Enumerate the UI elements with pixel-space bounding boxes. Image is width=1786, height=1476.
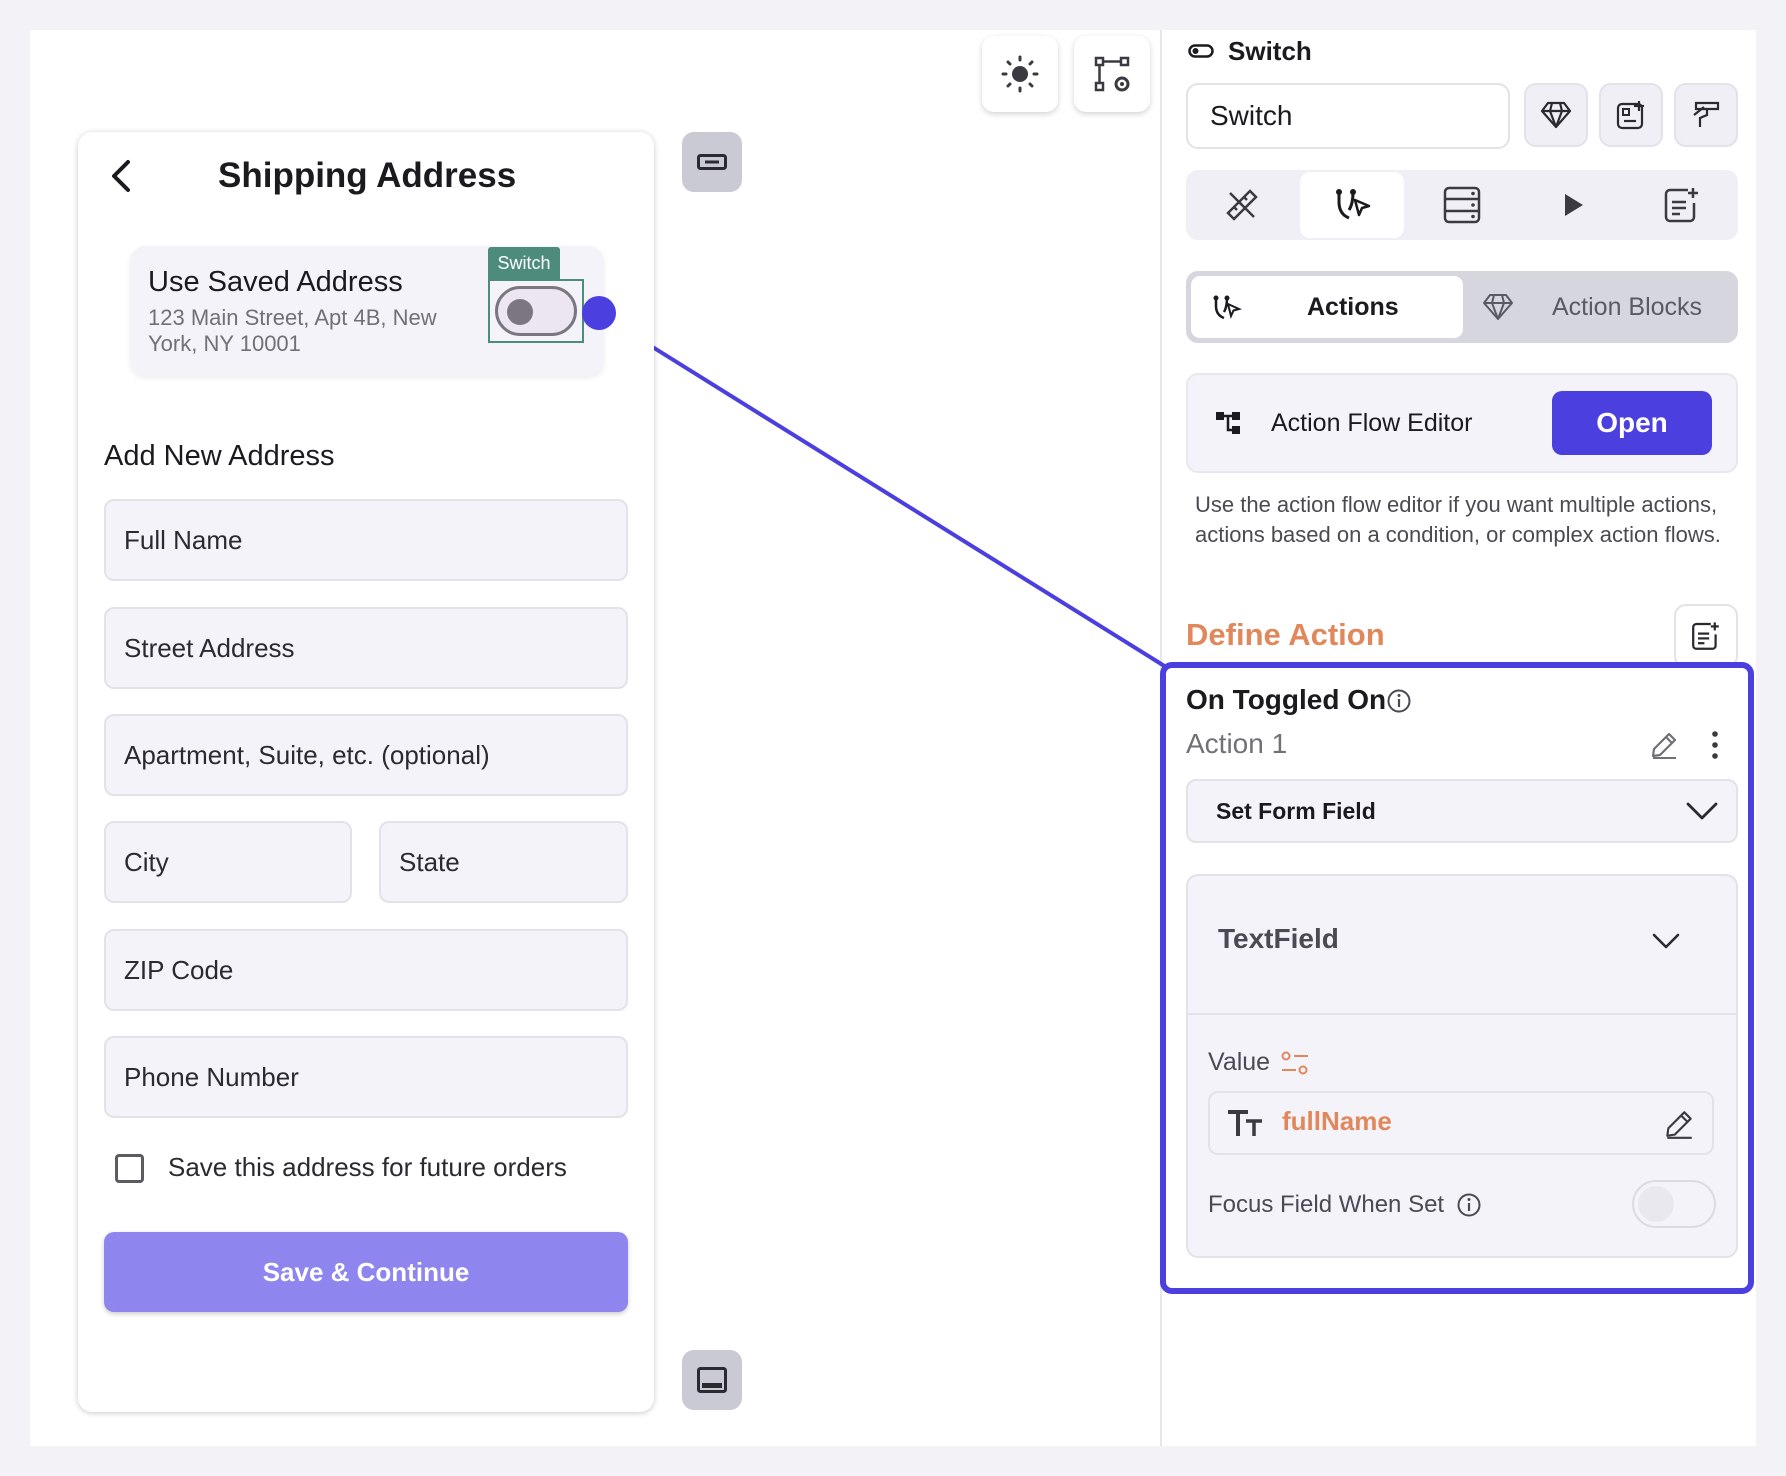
- focus-field-label: Focus Field When Set: [1208, 1191, 1445, 1218]
- focus-toggle-knob: [1638, 1186, 1674, 1222]
- diamond-icon: [1483, 294, 1513, 320]
- tab-actions[interactable]: [1300, 172, 1404, 238]
- variable-settings-icon[interactable]: [1280, 1049, 1310, 1077]
- bottom-bar-toggle-button[interactable]: [682, 1350, 742, 1410]
- tab-backend-query[interactable]: [1410, 172, 1514, 238]
- trigger-label: On Toggled On: [1186, 684, 1387, 715]
- action-type-value: Set Form Field: [1216, 798, 1376, 824]
- widget-tree-settings-icon: [1094, 56, 1130, 92]
- state-field[interactable]: State: [379, 821, 628, 903]
- add-component-icon: [1616, 101, 1644, 130]
- flow-tree-icon: [1216, 412, 1240, 434]
- config-divider: [1188, 1013, 1736, 1015]
- value-label: Value: [1208, 1048, 1271, 1076]
- page-title: Shipping Address: [218, 156, 517, 195]
- full-name-field[interactable]: Full Name: [104, 499, 628, 581]
- apartment-field[interactable]: Apartment, Suite, etc. (optional): [104, 714, 628, 796]
- saved-address-text: 123 Main Street, Apt 4B, New York, NY 10…: [148, 305, 437, 356]
- tree-settings-button[interactable]: [1074, 36, 1150, 112]
- info-icon[interactable]: [1386, 688, 1412, 714]
- action-flow-help-text: Use the action flow editor if you want m…: [1195, 492, 1721, 547]
- chevron-down-icon[interactable]: [1652, 932, 1680, 950]
- add-widget-button[interactable]: [1599, 83, 1663, 147]
- info-icon[interactable]: [1456, 1192, 1482, 1218]
- open-flow-editor-button[interactable]: Open: [1552, 391, 1712, 455]
- city-field[interactable]: City: [104, 821, 352, 903]
- properties-ruler-icon: [1226, 189, 1258, 221]
- switch-thumb: [507, 299, 533, 325]
- phone-number-field[interactable]: Phone Number: [104, 1036, 628, 1118]
- segment-actions-label: Actions: [1307, 293, 1399, 321]
- tab-properties[interactable]: [1190, 172, 1294, 238]
- text-type-icon: [1228, 1110, 1262, 1136]
- action-flow-editor-label: Action Flow Editor: [1271, 409, 1473, 437]
- top-bar-toggle-button[interactable]: [682, 132, 742, 192]
- format-button[interactable]: [1674, 83, 1738, 147]
- documentation-icon: [1692, 622, 1719, 650]
- widget-name-input[interactable]: Switch: [1186, 83, 1510, 149]
- actions-icon: [1213, 295, 1242, 320]
- connector-handle[interactable]: [582, 296, 616, 330]
- sun-icon: [1001, 55, 1039, 93]
- documentation-icon: [1664, 188, 1698, 223]
- panel-widget-type: Switch: [1228, 36, 1312, 66]
- zip-code-field[interactable]: ZIP Code: [104, 929, 628, 1011]
- switch-selection-tag: Switch: [488, 247, 560, 279]
- define-action-heading: Define Action: [1186, 617, 1385, 652]
- saved-address-title: Use Saved Address: [148, 266, 403, 298]
- add-new-address-heading: Add New Address: [104, 440, 335, 472]
- more-vertical-icon[interactable]: [1708, 730, 1722, 760]
- paint-format-icon: [1693, 101, 1720, 127]
- theme-toggle-button[interactable]: [982, 36, 1058, 112]
- save-address-label: Save this address for future orders: [168, 1152, 567, 1182]
- tab-documentation[interactable]: [1630, 172, 1734, 238]
- animation-play-icon: [1565, 194, 1583, 216]
- diamond-icon: [1540, 101, 1572, 129]
- action-name: Action 1: [1186, 728, 1288, 759]
- edit-pencil-icon[interactable]: [1648, 729, 1680, 761]
- save-address-checkbox[interactable]: [115, 1154, 144, 1183]
- target-field-select[interactable]: TextField: [1218, 923, 1339, 955]
- chevron-down-icon: [1686, 802, 1718, 820]
- tab-animations[interactable]: [1520, 172, 1624, 238]
- bottom-nav-icon: [697, 1367, 727, 1393]
- segment-action-blocks[interactable]: Action Blocks: [1552, 293, 1702, 322]
- save-continue-button[interactable]: Save & Continue: [104, 1232, 628, 1312]
- library-button[interactable]: [1524, 83, 1588, 147]
- actions-icon: [1336, 189, 1371, 220]
- app-bar-icon: [697, 154, 727, 170]
- street-address-field[interactable]: Street Address: [104, 607, 628, 689]
- add-action-button[interactable]: [1674, 604, 1738, 668]
- value-variable: fullName: [1282, 1106, 1392, 1136]
- backend-query-icon: [1443, 186, 1481, 224]
- switch-widget-icon: [1188, 44, 1214, 58]
- back-arrow-icon[interactable]: [106, 156, 140, 196]
- edit-pencil-icon[interactable]: [1662, 1107, 1696, 1141]
